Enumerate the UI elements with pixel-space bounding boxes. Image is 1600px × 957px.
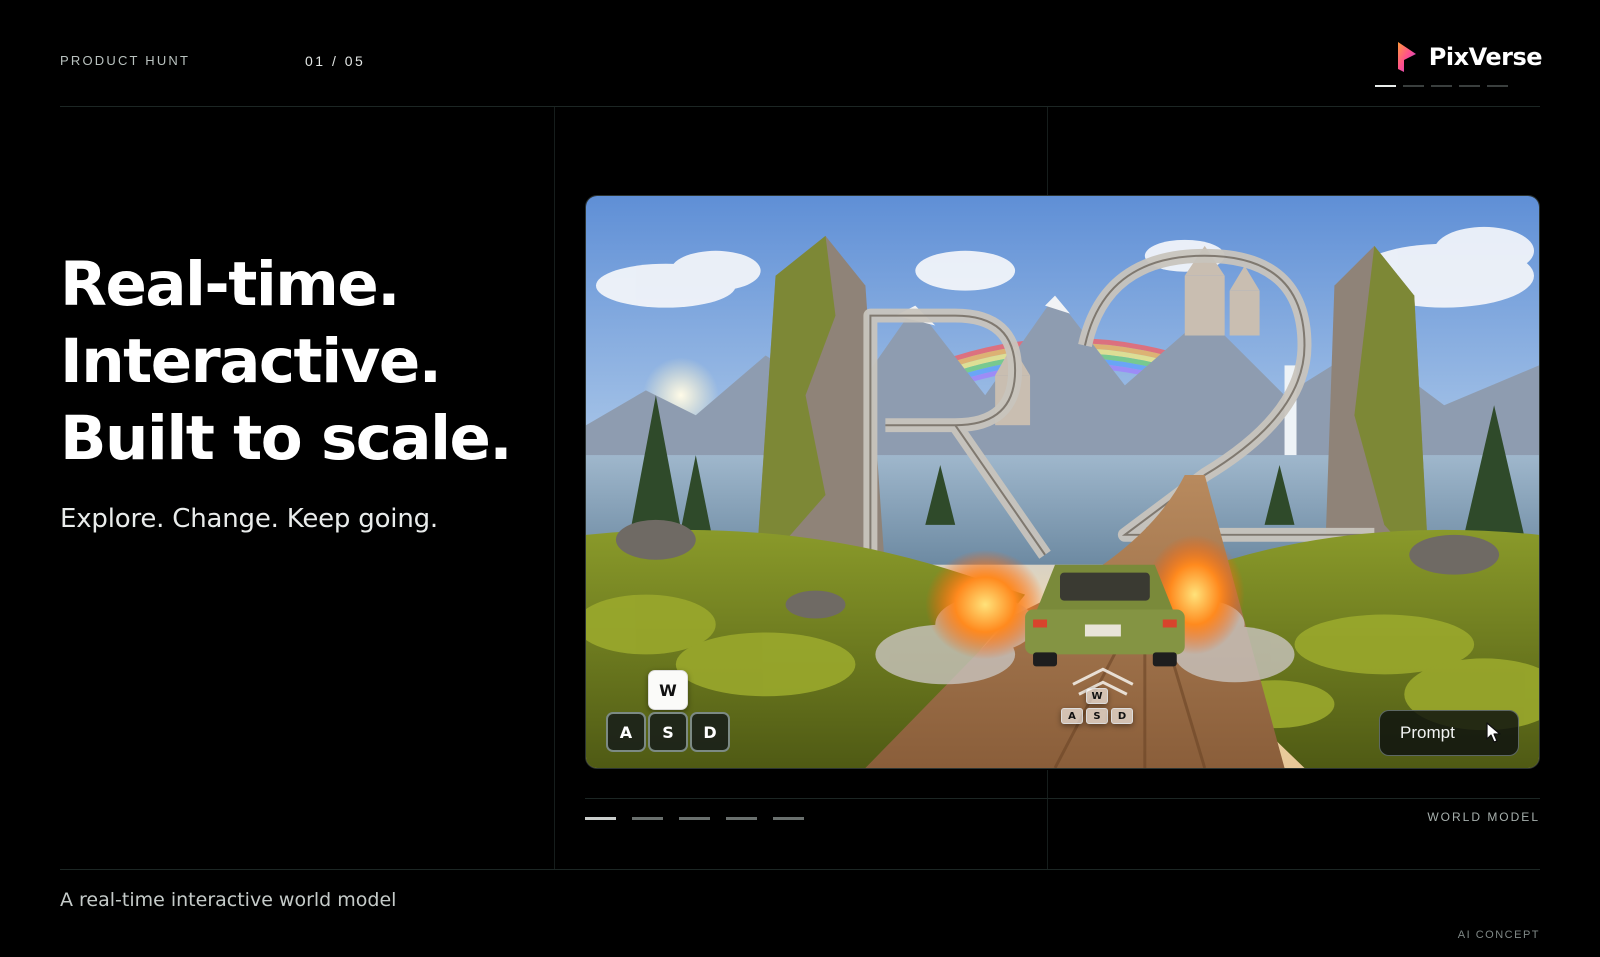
slide-indicator: [1375, 85, 1508, 87]
panel-label: WORLD MODEL: [1427, 810, 1540, 824]
slide-indicator-dot[interactable]: [1431, 85, 1452, 87]
headline-line: Interactive.: [60, 326, 442, 397]
road-key-w: W: [1086, 688, 1108, 704]
header-divider: [60, 106, 1540, 107]
pixverse-logo[interactable]: PixVerse: [1395, 40, 1543, 74]
prompt-button-label: Prompt: [1400, 723, 1455, 742]
pixverse-logo-icon: [1397, 42, 1416, 72]
slide-indicator-dot[interactable]: [1403, 85, 1424, 87]
headline-line: Real-time.: [60, 249, 400, 320]
footer-divider: [60, 869, 1540, 870]
footer-tag: AI CONCEPT: [1457, 929, 1540, 941]
brand-name: PixVerse: [1428, 43, 1543, 71]
headline-line: Built to scale.: [60, 403, 513, 474]
media-progress: [585, 817, 804, 820]
key-d-button[interactable]: D: [690, 712, 730, 752]
progress-segment[interactable]: [679, 817, 710, 820]
key-w-button[interactable]: W: [648, 670, 688, 710]
slide-indicator-dot[interactable]: [1375, 85, 1396, 87]
key-s-button[interactable]: S: [648, 712, 688, 752]
grid-divider: [1047, 770, 1048, 869]
road-key-s: S: [1086, 708, 1108, 724]
road-key-d: D: [1111, 708, 1133, 724]
page-counter: 01 / 05: [305, 53, 366, 69]
cursor-icon: [1486, 722, 1501, 743]
sub-headline: Explore. Change. Keep going.: [60, 504, 438, 534]
progress-segment[interactable]: [773, 817, 804, 820]
progress-segment[interactable]: [632, 817, 663, 820]
progress-segment[interactable]: [585, 817, 616, 820]
slide-indicator-dot[interactable]: [1487, 85, 1508, 87]
prompt-button[interactable]: Prompt: [1379, 710, 1519, 756]
progress-segment[interactable]: [726, 817, 757, 820]
slide-indicator-dot[interactable]: [1459, 85, 1480, 87]
footer-description: A real-time interactive world model: [60, 889, 397, 911]
grid-divider: [1047, 107, 1048, 195]
road-key-a: A: [1061, 708, 1083, 724]
headline: Real-time. Interactive. Built to scale.: [60, 246, 513, 477]
media-divider: [585, 798, 1540, 799]
hero-media[interactable]: W A S D W A S D Prompt: [585, 195, 1540, 769]
key-a-button[interactable]: A: [606, 712, 646, 752]
grid-divider: [554, 107, 555, 869]
section-label: PRODUCT HUNT: [60, 53, 191, 68]
fantasy-landscape-image: [586, 196, 1539, 768]
